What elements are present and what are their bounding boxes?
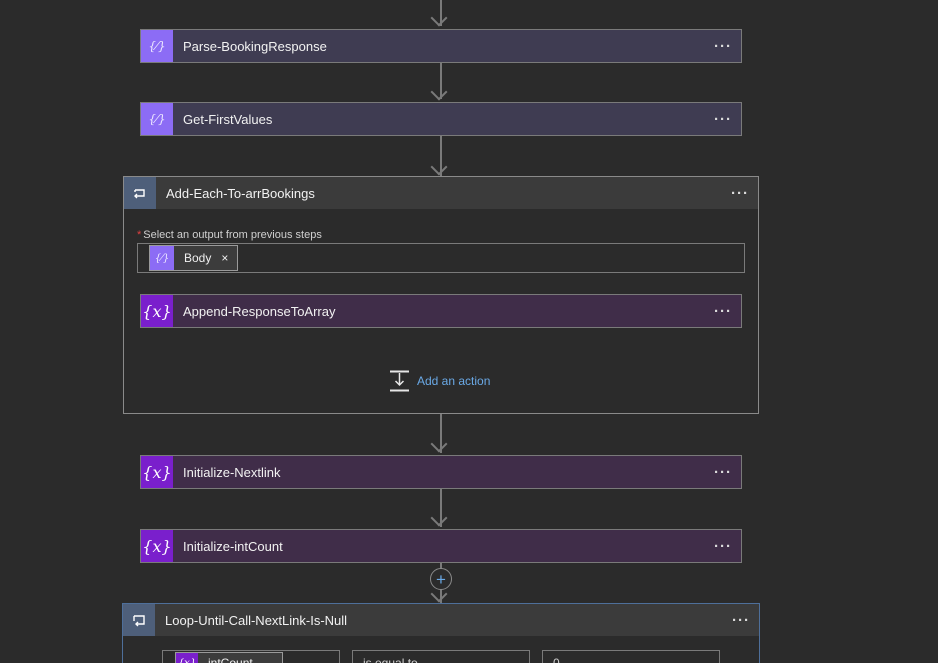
- more-options-icon[interactable]: ···: [713, 304, 733, 319]
- more-options-icon[interactable]: ···: [713, 39, 733, 54]
- add-action-icon: [390, 370, 409, 392]
- condition-left-operand[interactable]: {x} intCount: [162, 650, 340, 663]
- parse-json-icon: {⁄}: [141, 30, 173, 62]
- foreach-loop-icon: [124, 177, 156, 209]
- parse-json-icon: {⁄}: [150, 246, 174, 270]
- connector-arrow: [430, 435, 448, 453]
- more-options-icon[interactable]: ···: [713, 465, 733, 480]
- add-action-label: Add an action: [417, 374, 491, 388]
- scope-title: Loop-Until-Call-NextLink-Is-Null: [165, 612, 348, 628]
- action-card-initialize-intcount[interactable]: {x} Initialize-intCount ···: [140, 529, 742, 563]
- variable-icon: {x}: [141, 530, 173, 562]
- connector-arrow: [430, 9, 448, 27]
- token-label: intCount: [208, 656, 253, 663]
- parse-json-icon: {⁄}: [141, 103, 173, 135]
- condition-right-operand[interactable]: 0: [542, 650, 720, 663]
- variable-icon: {x}: [141, 456, 173, 488]
- action-card-initialize-nextlink[interactable]: {x} Initialize-Nextlink ···: [140, 455, 742, 489]
- field-label: * Select an output from previous steps: [137, 229, 322, 241]
- action-card-get-first-values[interactable]: {⁄} Get-FirstValues ···: [140, 102, 742, 136]
- variable-icon: {x}: [141, 295, 173, 327]
- insert-step-button[interactable]: +: [430, 568, 452, 590]
- action-card-parse-booking-response[interactable]: {⁄} Parse-BookingResponse ···: [140, 29, 742, 63]
- action-card-append-response[interactable]: {x} Append-ResponseToArray ···: [140, 294, 742, 328]
- until-scope-header[interactable]: Loop-Until-Call-NextLink-Is-Null ···: [123, 604, 759, 636]
- remove-token-icon[interactable]: ×: [221, 251, 228, 265]
- dynamic-content-token[interactable]: {⁄} Body ×: [149, 245, 238, 271]
- add-action-button[interactable]: Add an action: [389, 370, 490, 392]
- more-options-icon[interactable]: ···: [730, 186, 750, 201]
- token-label: Body: [184, 251, 212, 265]
- connector-arrow: [430, 158, 448, 176]
- foreach-scope-header[interactable]: Add-Each-To-arrBookings ···: [124, 177, 758, 209]
- until-loop-icon: [123, 604, 155, 636]
- scope-title: Add-Each-To-arrBookings: [166, 185, 315, 201]
- action-title: Parse-BookingResponse: [183, 38, 327, 54]
- connector-arrow: [430, 509, 448, 527]
- more-options-icon[interactable]: ···: [713, 112, 733, 127]
- connector-arrow: [430, 83, 448, 101]
- action-title: Initialize-intCount: [183, 538, 283, 554]
- dynamic-content-token[interactable]: {x} intCount: [175, 652, 283, 663]
- action-title: Append-ResponseToArray: [183, 303, 336, 319]
- condition-operator[interactable]: is equal to: [352, 650, 530, 663]
- action-title: Initialize-Nextlink: [183, 464, 281, 480]
- more-options-icon[interactable]: ···: [713, 539, 733, 554]
- more-options-icon[interactable]: ···: [731, 613, 751, 628]
- action-title: Get-FirstValues: [183, 111, 273, 127]
- designer-canvas: {⁄} Parse-BookingResponse ··· {⁄} Get-Fi…: [0, 0, 938, 663]
- variable-icon: {x}: [176, 653, 198, 663]
